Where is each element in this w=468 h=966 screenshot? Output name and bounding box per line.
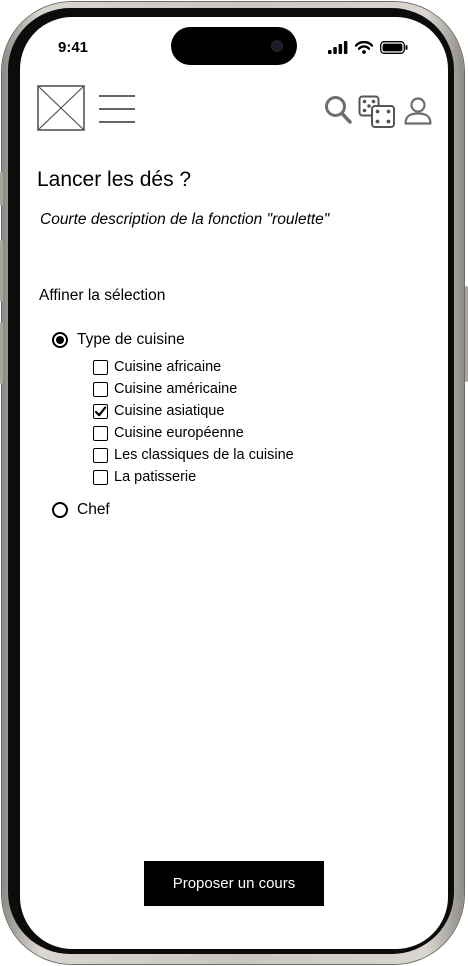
- checkbox-label: Les classiques de la cuisine: [114, 447, 294, 463]
- front-camera: [271, 40, 283, 52]
- dice-icon[interactable]: [358, 95, 396, 129]
- checkbox-item-asiatique[interactable]: Cuisine asiatique: [93, 400, 294, 422]
- dynamic-island: [171, 27, 297, 65]
- radio-option-chef[interactable]: Chef: [52, 501, 110, 519]
- checkbox[interactable]: [93, 447, 108, 463]
- radio-label: Type de cuisine: [77, 331, 185, 348]
- checkbox-label: Cuisine asiatique: [114, 403, 225, 419]
- volume-down-button: [0, 322, 3, 384]
- battery-icon: [380, 41, 408, 54]
- checkbox-item-americaine[interactable]: Cuisine américaine: [93, 378, 294, 400]
- search-icon[interactable]: [324, 95, 352, 125]
- checkbox[interactable]: [93, 403, 108, 419]
- cuisine-type-list: Cuisine africaine Cuisine américaine Cui…: [93, 356, 294, 488]
- checkbox-item-europeenne[interactable]: Cuisine européenne: [93, 422, 294, 444]
- checkbox-label: La patisserie: [114, 469, 197, 485]
- status-icons: [328, 41, 408, 54]
- wifi-icon: [355, 41, 373, 54]
- feature-description: Courte description de la fonction "roule…: [40, 211, 330, 228]
- volume-up-button: [0, 240, 3, 302]
- checkmark-icon: [94, 405, 107, 416]
- signal-icon: [328, 41, 348, 54]
- checkbox[interactable]: [93, 381, 108, 397]
- checkbox-item-patisserie[interactable]: La patisserie: [93, 466, 294, 488]
- checkbox-label: Cuisine africaine: [114, 359, 222, 375]
- checkbox-item-classiques[interactable]: Les classiques de la cuisine: [93, 444, 294, 466]
- checkbox-item-africaine[interactable]: Cuisine africaine: [93, 356, 294, 378]
- checkbox[interactable]: [93, 469, 108, 485]
- radio-button[interactable]: [52, 332, 68, 348]
- status-time: 9:41: [58, 39, 89, 56]
- logo-placeholder-icon[interactable]: [37, 85, 85, 131]
- hamburger-menu-icon[interactable]: [99, 95, 135, 123]
- screen: 9:41 Lancer les dés ? Courte description…: [20, 17, 448, 949]
- page-title: Lancer les dés ?: [37, 168, 192, 191]
- radio-option-cuisine-type[interactable]: Type de cuisine: [52, 331, 185, 349]
- checkbox-label: Cuisine européenne: [114, 425, 244, 441]
- refine-selection-label: Affiner la sélection: [39, 287, 166, 304]
- checkbox[interactable]: [93, 425, 108, 441]
- checkbox-label: Cuisine américaine: [114, 381, 238, 397]
- propose-course-button[interactable]: Proposer un cours: [144, 861, 324, 906]
- checkbox[interactable]: [93, 359, 108, 375]
- user-icon[interactable]: [404, 97, 432, 125]
- action-button: [0, 172, 3, 206]
- radio-label: Chef: [77, 501, 110, 518]
- radio-button[interactable]: [52, 502, 68, 518]
